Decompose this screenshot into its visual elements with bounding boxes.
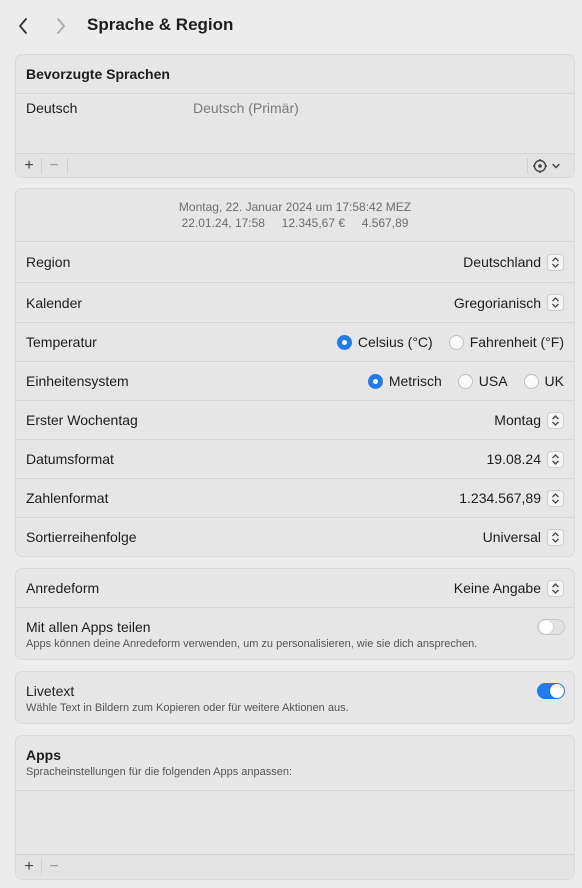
livetext-label: Livetext <box>26 683 75 699</box>
sort-order-row: Sortierreihenfolge Universal <box>16 517 574 556</box>
metric-option[interactable]: Metrisch <box>367 373 442 389</box>
add-language-button[interactable]: + <box>20 157 38 175</box>
region-popup[interactable]: Deutschland <box>463 253 564 271</box>
page-title: Sprache & Region <box>87 15 234 34</box>
languages-footer: + − <box>16 153 574 177</box>
region-label: Region <box>26 254 71 270</box>
preview-formats: 22.01.24, 17:58 12.345,67 € 4.567,89 <box>181 216 409 230</box>
language-detail: Deutsch (Primär) <box>193 99 299 116</box>
share-description: Apps können deine Anredeform verwenden, … <box>26 638 478 650</box>
up-down-icon <box>547 489 564 507</box>
radio-selected <box>336 334 352 350</box>
calendar-popup[interactable]: Gregorianisch <box>454 294 564 311</box>
units-row: Einheitensystem Metrisch USA UK <box>16 361 574 400</box>
languages-heading: Bevorzugte Sprachen <box>26 66 170 82</box>
number-format-popup[interactable]: 1.234.567,89 <box>459 489 564 507</box>
radio-unselected <box>523 373 539 389</box>
toolbar: Sprache & Region <box>0 0 582 52</box>
region-row: Region Deutschland <box>16 241 574 282</box>
date-format-label: Datumsformat <box>26 451 114 467</box>
preferred-languages-panel: Bevorzugte Sprachen Deutsch Deutsch (Pri… <box>15 54 575 178</box>
apps-description: Spracheinstellungen für die folgenden Ap… <box>26 766 293 778</box>
share-toggle[interactable] <box>537 619 565 635</box>
radio-selected <box>367 373 383 389</box>
apps-footer: + − <box>16 854 574 879</box>
language-name: Deutsch <box>26 99 78 116</box>
first-weekday-value: Montag <box>494 412 541 428</box>
language-item[interactable]: Deutsch Deutsch (Primär) <box>16 93 574 121</box>
radio-unselected <box>457 373 473 389</box>
up-down-icon <box>547 253 564 271</box>
date-format-value: 19.08.24 <box>486 451 542 467</box>
calendar-label: Kalender <box>26 294 83 311</box>
preview-date: Montag, 22. Januar 2024 um 17:58:42 MEZ <box>178 200 412 214</box>
number-format-label: Zahlenformat <box>26 490 109 506</box>
address-row: Anredeform Keine Angabe <box>16 569 574 607</box>
chevron-down-icon <box>552 163 560 169</box>
chevron-right-icon <box>57 18 65 34</box>
add-app-button[interactable]: + <box>20 858 38 876</box>
options-menu-button[interactable] <box>532 158 561 174</box>
livetext-panel: Livetext Wähle Text in Bildern zum Kopie… <box>15 671 575 724</box>
remove-app-button[interactable]: − <box>45 858 63 876</box>
chevron-left-icon <box>19 18 27 34</box>
address-popup[interactable]: Keine Angabe <box>453 579 564 597</box>
apps-panel: Apps Spracheinstellungen für die folgend… <box>15 735 575 880</box>
units-label: Einheitensystem <box>26 373 129 389</box>
address-value: Keine Angabe <box>453 580 541 596</box>
sort-order-popup[interactable]: Universal <box>482 528 564 546</box>
celsius-option[interactable]: Celsius (°C) <box>336 334 433 350</box>
forward-button[interactable] <box>50 14 72 38</box>
up-down-icon <box>547 579 564 597</box>
remove-language-button[interactable]: − <box>45 157 63 175</box>
back-button[interactable] <box>12 14 34 38</box>
apps-heading: Apps <box>26 747 61 763</box>
livetext-toggle[interactable] <box>537 683 565 699</box>
first-weekday-label: Erster Wochentag <box>26 412 138 428</box>
address-form-panel: Anredeform Keine Angabe Mit allen Apps t… <box>15 568 575 660</box>
units-radio-group: Metrisch USA UK <box>352 373 564 389</box>
fahrenheit-option[interactable]: Fahrenheit (°F) <box>448 334 564 350</box>
up-down-icon <box>547 294 564 311</box>
share-label: Mit allen Apps teilen <box>26 619 151 635</box>
calendar-value: Gregorianisch <box>453 294 541 311</box>
sort-order-label: Sortierreihenfolge <box>26 529 137 545</box>
share-row: Mit allen Apps teilen Apps können deine … <box>16 607 574 660</box>
uk-option[interactable]: UK <box>523 373 564 389</box>
temperature-radio-group: Celsius (°C) Fahrenheit (°F) <box>321 334 564 350</box>
temperature-row: Temperatur Celsius (°C) Fahrenheit (°F) <box>16 322 574 361</box>
up-down-icon <box>547 450 564 468</box>
calendar-row: Kalender Gregorianisch <box>16 282 574 322</box>
apps-list <box>16 790 574 854</box>
date-format-row: Datumsformat 19.08.24 <box>16 439 574 478</box>
up-down-icon <box>547 411 564 429</box>
radio-unselected <box>448 334 464 350</box>
number-format-value: 1.234.567,89 <box>459 490 541 506</box>
temperature-label: Temperatur <box>26 334 97 350</box>
date-format-popup[interactable]: 19.08.24 <box>486 450 564 468</box>
gear-icon <box>533 159 547 173</box>
sort-order-value: Universal <box>482 529 541 545</box>
format-preview: Montag, 22. Januar 2024 um 17:58:42 MEZ … <box>16 199 574 231</box>
first-weekday-row: Erster Wochentag Montag <box>16 400 574 439</box>
number-format-row: Zahlenformat 1.234.567,89 <box>16 478 574 517</box>
first-weekday-popup[interactable]: Montag <box>494 411 564 429</box>
usa-option[interactable]: USA <box>457 373 508 389</box>
region-value: Deutschland <box>463 254 541 270</box>
up-down-icon <box>547 528 564 546</box>
address-label: Anredeform <box>26 580 100 596</box>
livetext-description: Wähle Text in Bildern zum Kopieren oder … <box>26 702 349 714</box>
region-settings-panel: Montag, 22. Januar 2024 um 17:58:42 MEZ … <box>15 188 575 557</box>
